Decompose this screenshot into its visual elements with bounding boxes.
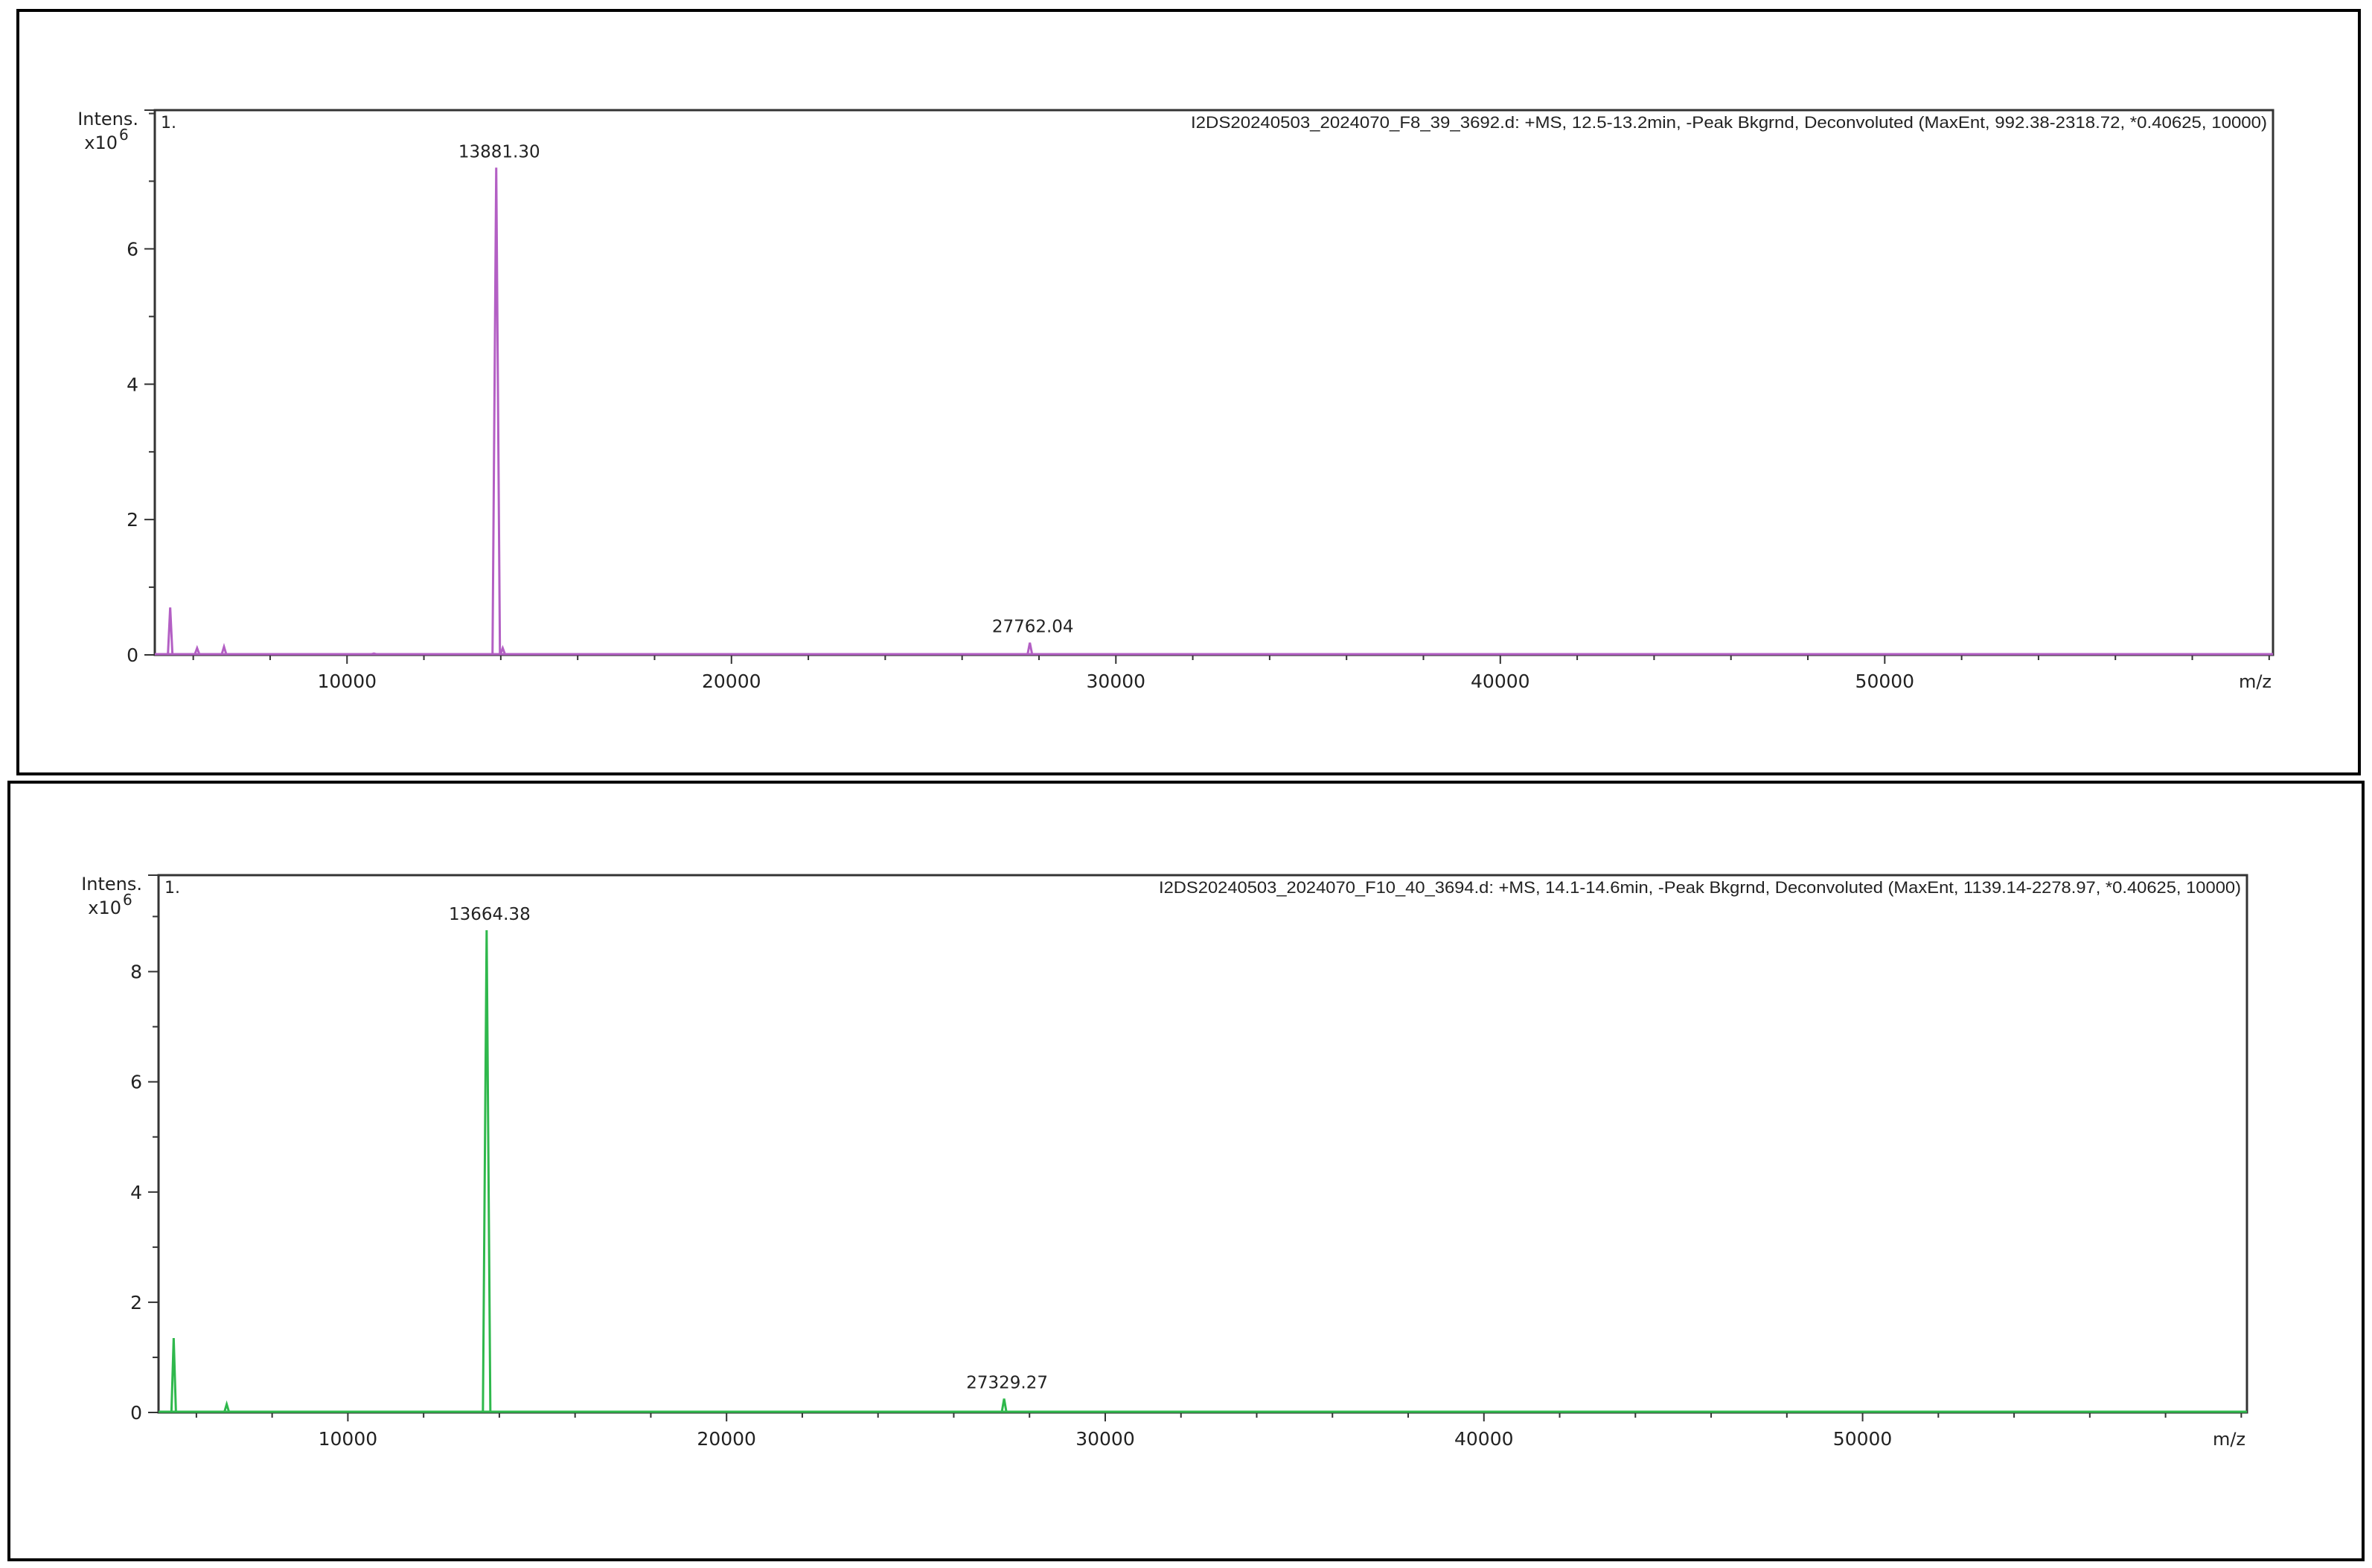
y-axis-label: Intens.: [77, 109, 138, 129]
peak-label: 27329.27: [966, 1373, 1048, 1392]
x-tick-label: 40000: [1454, 1428, 1514, 1450]
spectrum-title: I2DS20240503_2024070_F8_39_3692.d: +MS, …: [1191, 113, 2267, 132]
x-tick-label: 20000: [702, 671, 761, 692]
x-tick-label: 50000: [1833, 1428, 1893, 1450]
panel-label: 1.: [164, 879, 180, 897]
x-axis-label: m/z: [2213, 1429, 2245, 1450]
x-tick-label: 20000: [697, 1428, 756, 1450]
panel-label: 1.: [161, 114, 176, 132]
x-tick-label: 50000: [1855, 671, 1915, 692]
y-tick-label: 4: [127, 374, 138, 395]
peak-label: 13664.38: [449, 905, 531, 924]
y-tick-label: 0: [130, 1402, 142, 1424]
x-tick-label: 30000: [1087, 671, 1146, 692]
x-axis-label: m/z: [2239, 671, 2272, 692]
y-tick-label: 2: [127, 509, 138, 531]
spectrum-peak: [371, 652, 377, 656]
x-tick-label: 30000: [1075, 1428, 1135, 1450]
spectrum-title: I2DS20240503_2024070_F10_40_3694.d: +MS,…: [1159, 878, 2241, 897]
spectrum-chart-2: 0 2 4 6 8 10000 20000 30000 40000 50000 m/z Intens.…: [81, 874, 2248, 1450]
y-tick-label: 6: [127, 238, 138, 260]
spectrum-chart-1: 0 2 4 6 10000 20000 30000 40000 50000 m/z Intens. x…: [77, 109, 2275, 692]
y-tick-label: 6: [130, 1072, 142, 1093]
y-tick-label: 8: [130, 961, 142, 983]
spectrum-panel-1: 0 2 4 6 10000 20000 30000 40000 50000 m/z Intens. x…: [16, 9, 2361, 775]
peak-label: 13881.30: [458, 142, 540, 161]
peak-label: 27762.04: [992, 618, 1074, 637]
y-tick-label: 0: [127, 644, 138, 666]
x-tick-label: 40000: [1471, 671, 1530, 692]
plot-frame: [153, 109, 2275, 656]
spectrum-panel-2: 0 2 4 6 8 10000 20000 30000 40000 50000 m/z Intens.…: [7, 781, 2365, 1561]
y-axis-unit: x10: [88, 897, 121, 918]
y-axis-exponent: 6: [123, 891, 132, 909]
plot-frame: [157, 874, 2248, 1414]
x-tick-label: 10000: [319, 1428, 378, 1450]
y-tick-label: 4: [130, 1182, 142, 1203]
y-axis-label: Intens.: [81, 874, 142, 895]
y-axis-exponent: 6: [119, 126, 129, 144]
y-tick-label: 2: [130, 1292, 142, 1313]
x-tick-label: 10000: [317, 671, 377, 692]
y-axis-unit: x10: [84, 132, 118, 153]
